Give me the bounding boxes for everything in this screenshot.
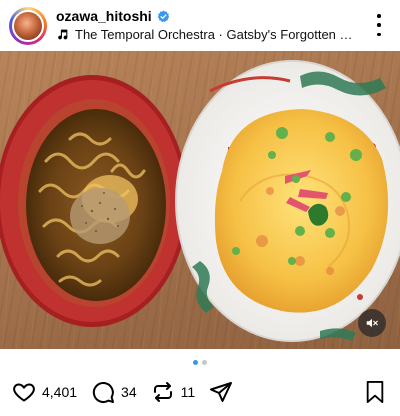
like-button[interactable]: 4,401 (12, 380, 77, 404)
music-title: The Temporal Orchestra · Gatsby's Forgot… (75, 27, 356, 42)
more-options-icon[interactable] (372, 14, 386, 36)
comment-icon (92, 382, 115, 403)
food-photo-illustration (0, 60, 400, 342)
heart-icon (13, 383, 35, 402)
repost-icon (153, 382, 172, 402)
username-row: ozawa_hitoshi (56, 8, 170, 24)
post-header: ozawa_hitoshi The Temporal Orchestra · G… (0, 0, 400, 50)
mute-button[interactable] (358, 309, 386, 337)
muted-speaker-icon (366, 318, 378, 328)
share-button[interactable] (209, 380, 233, 404)
repost-count[interactable]: 11 (181, 384, 196, 400)
comment-count[interactable]: 34 (121, 384, 137, 400)
avatar[interactable] (12, 10, 44, 42)
carousel-dot-active (193, 360, 198, 365)
send-icon (210, 382, 233, 402)
like-count[interactable]: 4,401 (42, 384, 77, 400)
music-row[interactable]: The Temporal Orchestra · Gatsby's Forgot… (56, 27, 356, 42)
bookmark-icon (366, 380, 384, 403)
post-photo[interactable] (0, 51, 400, 349)
carousel-dot (202, 360, 207, 365)
music-note-icon (58, 29, 68, 40)
username[interactable]: ozawa_hitoshi (56, 8, 152, 24)
save-button[interactable] (364, 380, 386, 404)
action-bar: 4,401 34 11 (12, 378, 247, 406)
story-ring[interactable] (9, 7, 47, 45)
repost-button[interactable]: 11 (151, 380, 196, 404)
carousel-indicator (0, 360, 400, 365)
comment-button[interactable]: 34 (91, 380, 137, 404)
verified-badge-icon (157, 10, 169, 22)
